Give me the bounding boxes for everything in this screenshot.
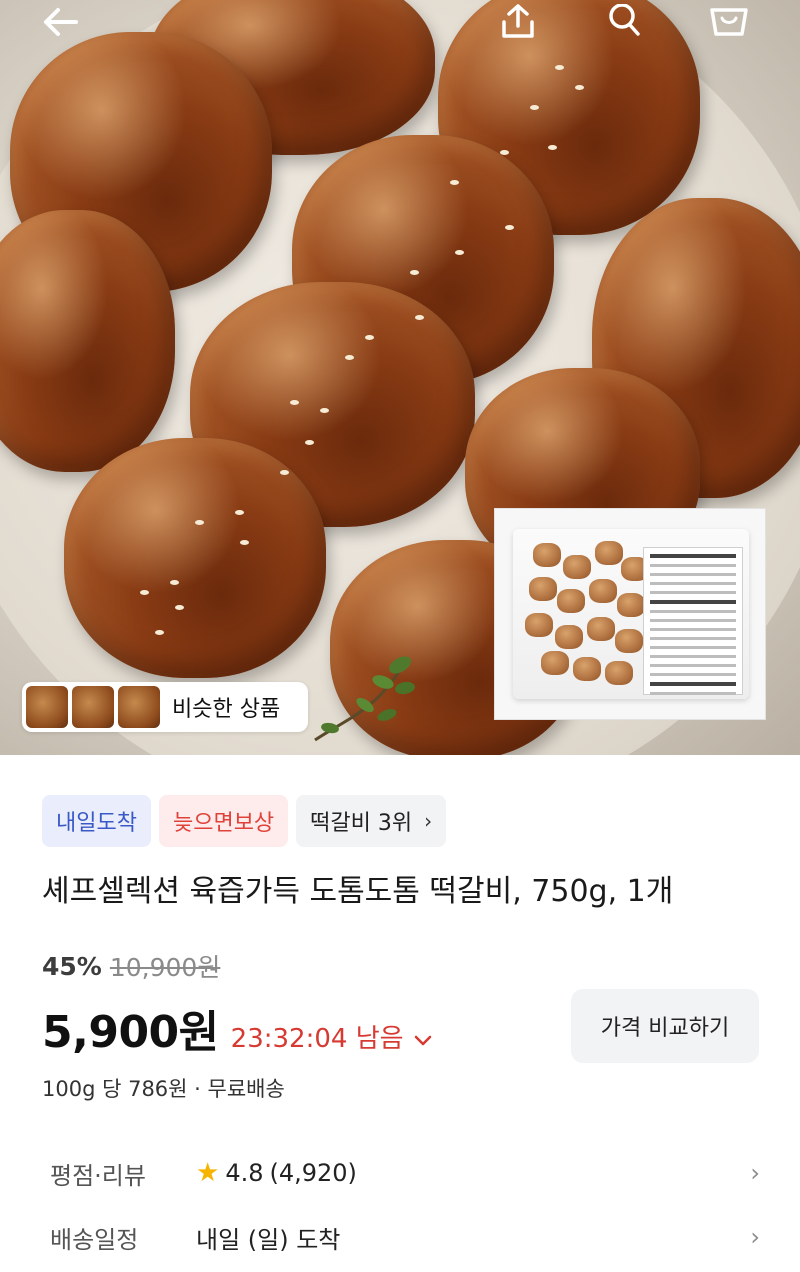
nugget-graphic [605,661,633,685]
nugget-graphic [589,579,617,603]
product-title: 셰프셀렉션 육즙가득 도톰도톰 떡갈비, 750g, 1개 [42,874,674,909]
badge-row: 내일도착 늦으면보상 떡갈비 3위 › [42,795,447,847]
countdown-timer[interactable]: 23:32:04 남음 [231,1018,404,1055]
share-button[interactable] [496,0,540,44]
product-image[interactable]: 비슷한 상품 [0,0,800,755]
cart-icon [710,8,748,36]
search-button[interactable] [602,0,646,44]
badge-label: 떡갈비 3위 [310,811,413,836]
sesame-seed-graphic [505,225,514,230]
sesame-seed-graphic [305,440,314,445]
sesame-seed-graphic [240,540,249,545]
similar-thumbnail [118,686,160,728]
herb-sprig-graphic [314,656,415,742]
arrow-left-icon [44,8,78,36]
discount-rate: 45% [42,951,102,981]
sesame-seed-graphic [140,590,149,595]
nugget-graphic [573,657,601,681]
sale-price: 5,900원 [42,1007,219,1058]
discount-row: 45% 10,900원 [42,948,220,984]
badge-label: 늦으면보상 [172,811,275,836]
sesame-seed-graphic [365,335,374,340]
price-row: 5,900원 23:32:04 남음 [42,996,432,1060]
chevron-right-icon: › [750,1223,760,1251]
sesame-seed-graphic [155,630,164,635]
nugget-graphic [615,629,643,653]
delivery-schedule-row[interactable]: 배송일정 내일 (일) 도착 › [50,1217,760,1257]
badge-next-day-arrival: 내일도착 [42,795,151,847]
similar-thumbnail [72,686,114,728]
sesame-seed-graphic [415,315,424,320]
meatball-graphic [0,210,175,472]
nugget-graphic [617,593,645,617]
share-upload-icon [502,4,534,38]
nugget-graphic [555,625,583,649]
sesame-seed-graphic [345,355,354,360]
package-thumbnail [494,508,766,720]
star-icon: ★ [196,1158,220,1188]
sesame-seed-graphic [555,65,564,70]
sesame-seed-graphic [235,510,244,515]
sesame-seed-graphic [455,250,464,255]
nugget-graphic [533,543,561,567]
unit-price-shipping: 100g 당 786원 · 무료배송 [42,1077,285,1101]
price-compare-button[interactable]: 가격 비교하기 [571,989,759,1063]
nugget-graphic [563,555,591,579]
package-bag-graphic [513,529,749,699]
nugget-graphic [587,617,615,641]
sesame-seed-graphic [290,400,299,405]
sesame-seed-graphic [548,145,557,150]
sesame-seed-graphic [500,150,509,155]
review-count: (4,920) [269,1159,357,1187]
badge-label: 내일도착 [56,811,137,836]
similar-products-button[interactable]: 비슷한 상품 [22,682,308,732]
similar-thumbnail [26,686,68,728]
nugget-graphic [529,577,557,601]
badge-late-compensation: 늦으면보상 [158,795,289,847]
sesame-seed-graphic [320,408,329,413]
chevron-down-icon[interactable] [414,1035,432,1047]
cart-button[interactable] [708,0,752,44]
rating-score: 4.8 [225,1159,264,1187]
sesame-seed-graphic [575,85,584,90]
delivery-schedule-value: 내일 (일) 도착 [196,1225,341,1254]
sesame-seed-graphic [450,180,459,185]
nugget-graphic [595,541,623,565]
search-icon [609,4,640,36]
rating-review-key: 평점·리뷰 [50,1161,146,1190]
package-label-graphic [643,547,743,695]
sesame-seed-graphic [195,520,204,525]
back-button[interactable] [38,0,82,44]
delivery-schedule-key: 배송일정 [50,1225,139,1254]
nugget-graphic [557,589,585,613]
nugget-graphic [541,651,569,675]
chevron-right-icon: › [750,1159,760,1187]
badge-ranking[interactable]: 떡갈비 3위 › [296,795,447,847]
sesame-seed-graphic [170,580,179,585]
similar-products-label: 비슷한 상품 [172,697,281,722]
sesame-seed-graphic [410,270,419,275]
chevron-right-icon: › [424,809,433,833]
sesame-seed-graphic [175,605,184,610]
original-price: 10,900원 [109,953,221,982]
top-nav-bar [0,0,800,50]
nugget-graphic [525,613,553,637]
sesame-seed-graphic [280,470,289,475]
rating-review-row[interactable]: 평점·리뷰 ★ 4.8 (4,920) › [50,1153,760,1193]
sesame-seed-graphic [530,105,539,110]
rating-value: ★ 4.8 (4,920) [196,1158,357,1188]
